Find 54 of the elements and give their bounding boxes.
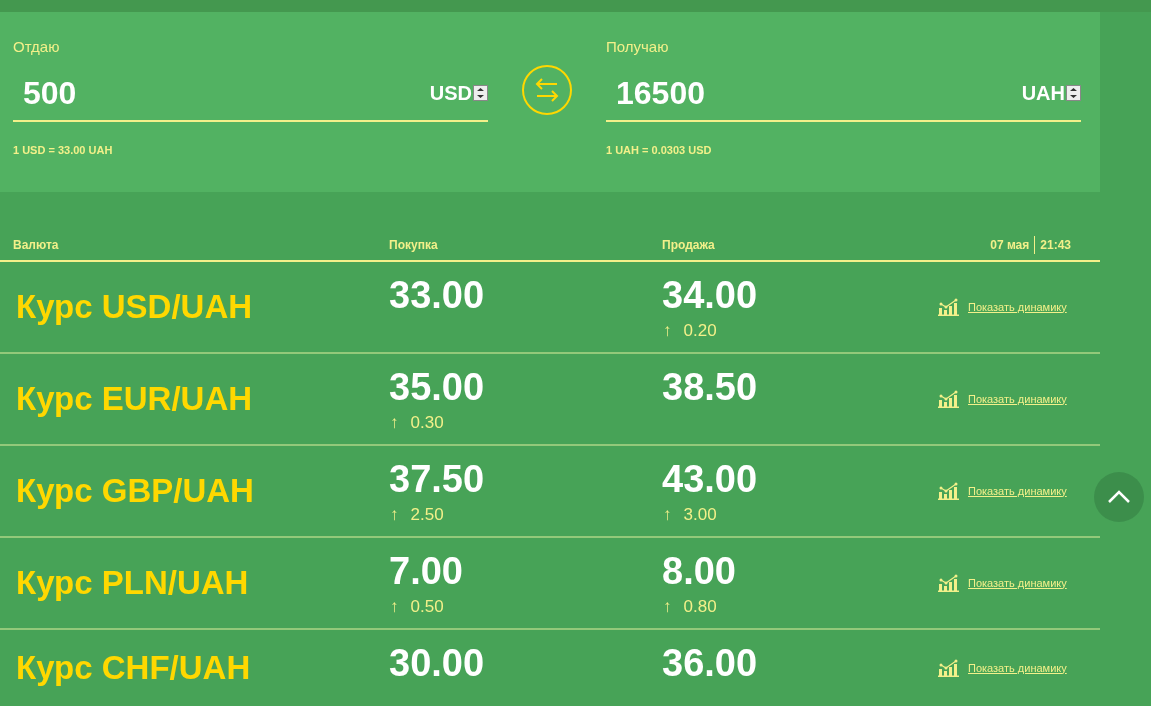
dynamics-link[interactable]: Показать динамику	[968, 298, 1067, 316]
change-value: 0.20	[683, 320, 717, 342]
dynamics-link[interactable]: Показать динамику	[968, 659, 1067, 677]
price-value: 7.00	[389, 550, 464, 592]
column-header: Валюта	[12, 237, 60, 254]
amount-field[interactable]: 16500 UAH	[606, 66, 1081, 122]
spinner-icon	[1066, 85, 1081, 101]
chart-icon	[938, 659, 959, 677]
price-value: 37.50	[389, 458, 486, 500]
currency-name: Курс EUR/UAH	[16, 380, 253, 418]
dynamics-link[interactable]: Показать динамику	[968, 390, 1067, 408]
price-value: 38.50	[662, 366, 759, 408]
price-value: 35.00	[389, 366, 486, 408]
change-arrow: ↑	[663, 504, 672, 526]
price-value: 43.00	[662, 458, 759, 500]
chart-icon	[938, 482, 959, 500]
change-arrow: ↑	[390, 504, 399, 526]
change-value: 0.30	[410, 412, 444, 434]
column-header: Покупка	[389, 237, 439, 254]
currency-name: Курс CHF/UAH	[16, 649, 251, 687]
change-arrow: ↑	[663, 320, 672, 342]
field-label: Отдаю	[13, 37, 61, 56]
price-value: 30.00	[389, 642, 486, 684]
change-value: 2.50	[410, 504, 444, 526]
date-label: 07 мая	[990, 237, 1030, 254]
change-arrow: ↑	[663, 596, 672, 618]
time-label: 21:43	[1034, 236, 1071, 254]
currency-name: Курс PLN/UAH	[16, 564, 249, 602]
change-value: 0.80	[683, 596, 717, 618]
price-value: 34.00	[662, 274, 759, 316]
chart-icon	[938, 574, 959, 592]
change-value: 0.50	[410, 596, 444, 618]
price-value: 36.00	[662, 642, 759, 684]
price-value: 8.00	[662, 550, 737, 592]
change-arrow: ↑	[390, 596, 399, 618]
column-header: Продажа	[662, 237, 716, 254]
spinner-icon	[473, 85, 488, 101]
scroll-top-button[interactable]	[1094, 472, 1144, 522]
chart-icon	[938, 298, 959, 316]
chart-icon	[938, 390, 959, 408]
change-value: 3.00	[683, 504, 717, 526]
change-arrow: ↑	[390, 412, 399, 434]
field-label: Получаю	[606, 37, 670, 56]
chevron-up-icon	[1107, 490, 1131, 504]
currency-select[interactable]: UAH	[1021, 78, 1081, 108]
dynamics-link[interactable]: Показать динамику	[968, 482, 1067, 500]
currency-name: Курс GBP/UAH	[16, 472, 254, 510]
price-value: 33.00	[389, 274, 486, 316]
amount-field[interactable]: 500 USD	[13, 66, 488, 122]
exchange-rate: 1 USD = 33.00 UAH	[13, 143, 114, 158]
currency-select[interactable]: USD	[429, 78, 488, 108]
exchange-rate: 1 UAH = 0.0303 USD	[606, 143, 713, 158]
currency-name: Курс USD/UAH	[16, 288, 253, 326]
dynamics-link[interactable]: Показать динамику	[968, 574, 1067, 592]
